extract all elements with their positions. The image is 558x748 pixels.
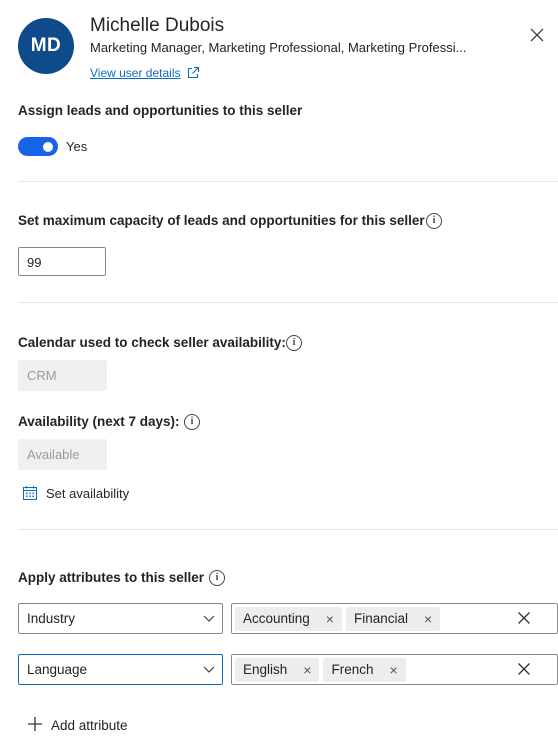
attributes-label: Apply attributes to this seller [18, 570, 205, 585]
add-attribute-button[interactable]: Add attribute [51, 718, 128, 733]
remove-tag-icon[interactable]: × [390, 662, 398, 678]
attribute-values-box[interactable]: Accounting × Financial × [231, 603, 558, 634]
view-user-details-link[interactable]: View user details [90, 66, 181, 80]
user-name: Michelle Dubois [90, 15, 225, 36]
toggle-knob [43, 141, 53, 152]
divider [18, 529, 558, 530]
avatar: MD [18, 18, 74, 74]
attribute-tag: Accounting × [235, 606, 342, 631]
assign-toggle[interactable] [18, 137, 58, 156]
attribute-select-value: Language [27, 662, 88, 677]
plus-icon[interactable] [27, 716, 43, 732]
assign-toggle-text: Yes [66, 139, 88, 154]
clear-all-icon[interactable] [517, 611, 531, 625]
attribute-select-industry[interactable]: Industry [18, 603, 223, 634]
attribute-tag: English × [235, 657, 320, 682]
remove-tag-icon[interactable]: × [303, 662, 311, 678]
attribute-values-box[interactable]: English × French × [231, 654, 558, 685]
info-icon[interactable]: i [286, 335, 302, 351]
calendar-label: Calendar used to check seller availabili… [18, 335, 286, 350]
attribute-select-value: Industry [27, 611, 76, 626]
assign-label: Assign leads and opportunities to this s… [18, 103, 303, 118]
attribute-tag: French × [323, 657, 406, 682]
divider [18, 302, 558, 303]
capacity-label: Set maximum capacity of leads and opport… [18, 213, 425, 228]
external-link-icon[interactable] [186, 66, 200, 80]
availability-label: Availability (next 7 days): [18, 414, 180, 429]
set-availability-link[interactable]: Set availability [46, 486, 129, 501]
tag-label: English [243, 662, 288, 677]
tag-label: French [331, 662, 374, 677]
divider [18, 181, 558, 182]
user-roles: Marketing Manager, Marketing Professiona… [90, 40, 467, 55]
tag-label: Financial [353, 611, 409, 626]
attribute-tag: Financial × [345, 606, 441, 631]
chevron-down-icon [203, 615, 215, 622]
chevron-down-icon [203, 666, 215, 673]
remove-tag-icon[interactable]: × [326, 611, 334, 627]
clear-all-icon[interactable] [517, 662, 531, 676]
close-icon[interactable] [529, 27, 545, 43]
info-icon[interactable]: i [184, 414, 200, 430]
info-icon[interactable]: i [426, 213, 442, 229]
availability-field: Available [18, 439, 107, 470]
remove-tag-icon[interactable]: × [424, 611, 432, 627]
attribute-select-language[interactable]: Language [18, 654, 223, 685]
tag-label: Accounting [243, 611, 310, 626]
calendar-field: CRM [18, 360, 107, 391]
capacity-input[interactable]: 99 [18, 247, 106, 276]
calendar-icon[interactable] [22, 485, 38, 501]
info-icon[interactable]: i [209, 570, 225, 586]
